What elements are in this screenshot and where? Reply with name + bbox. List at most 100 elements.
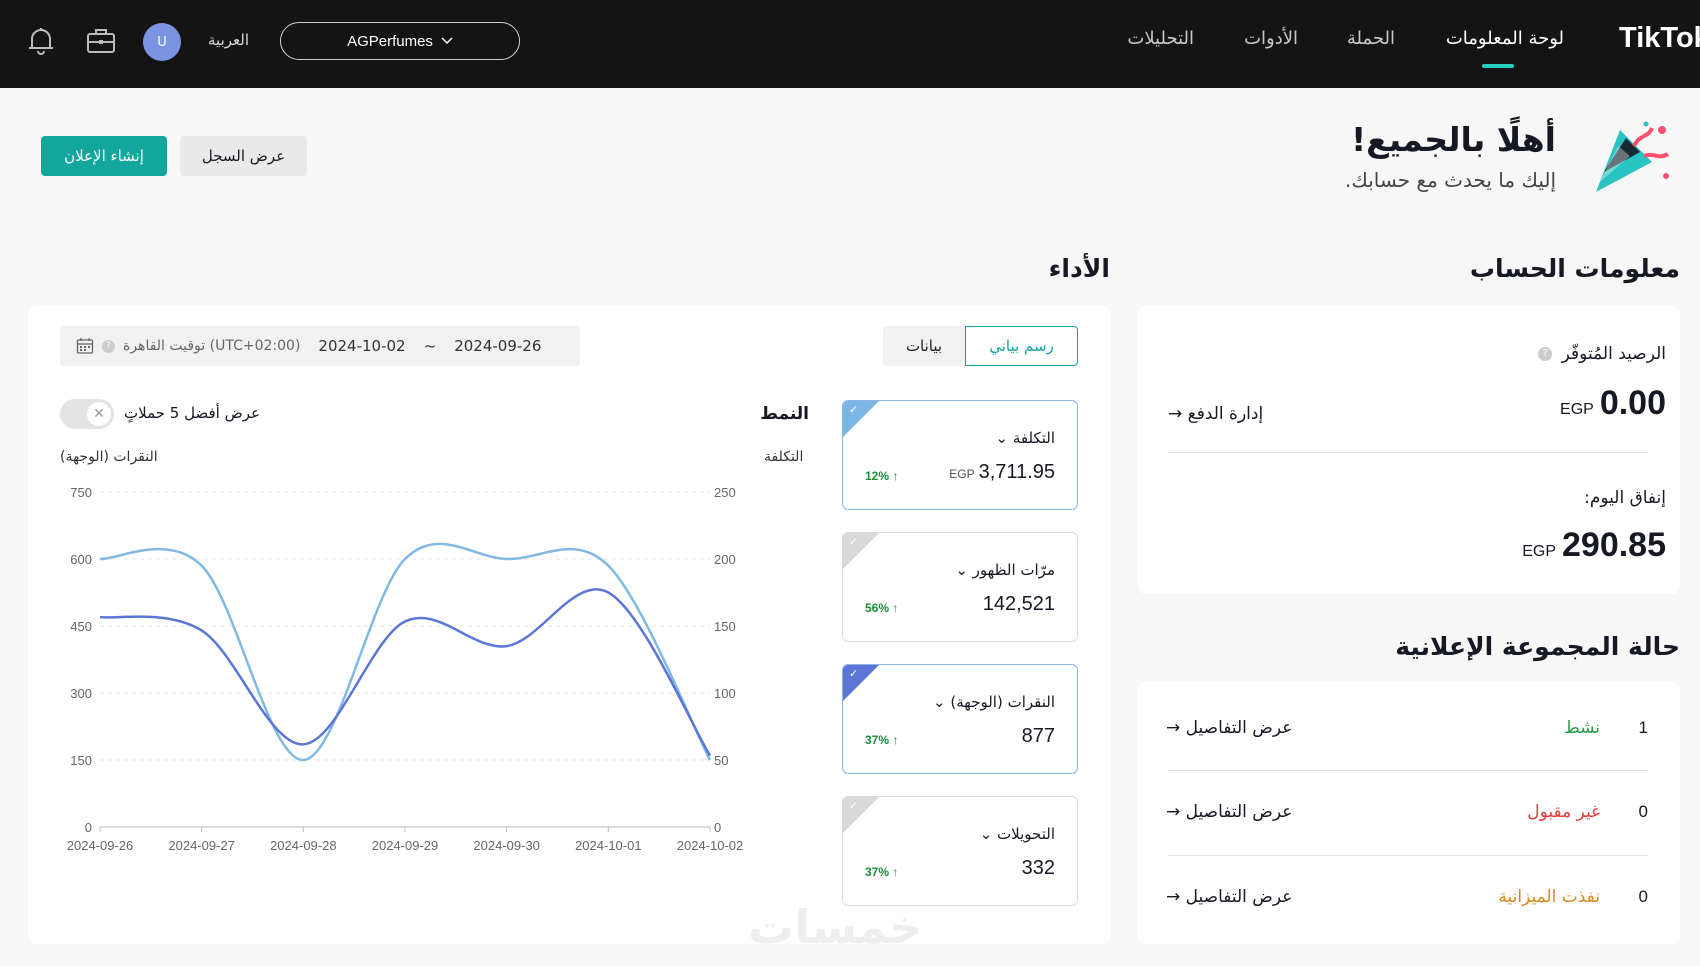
right-tick-label: 200 [714,552,736,567]
tiktok-logo[interactable]: TikTok [1619,22,1700,55]
status-row-active: 1 نشط عرض التفاصيل → [1166,700,1648,760]
metric-value: 877 [1021,725,1055,747]
tab-data[interactable]: بيانات [883,326,965,366]
series-line-1 [99,588,712,757]
nav-dashboard[interactable]: لوحة المعلومات [1446,28,1564,49]
account-info-title: معلومات الحساب [1469,254,1680,283]
language-selector[interactable]: العربية [208,31,249,49]
right-tick-label: 150 [714,619,736,634]
divider [1168,770,1648,771]
performance-line-chart: 0 150 300 450 600 750 0 50 100 150 200 250 2024-09-2… [67,485,744,853]
nav-tools[interactable]: الأدوات [1244,28,1298,49]
chevron-down-icon [441,37,453,45]
chevron-down-icon[interactable]: ⌄ [933,693,946,711]
performance-title: الأداء [1048,254,1110,283]
top5-label: عرض أفضل 5 حملاتٍ [124,404,260,422]
calendar-icon [76,338,94,354]
status-name: نشط [1563,718,1600,738]
left-tick-label: 150 [70,753,92,768]
check-icon: ✓ [849,667,859,680]
left-tick-label: 450 [70,619,92,634]
status-name: غير مقبول [1527,802,1600,822]
right-tick-label: 0 [714,820,721,835]
status-count: 0 [1638,887,1648,906]
arrow-up-icon: ↑ [892,733,899,747]
left-axis-title: النقرات (الوجهة) [60,449,158,465]
x-tick-label: 2024-09-27 [168,838,235,853]
metric-value: 332 [1021,857,1055,879]
timezone-label: (UTC+02:00) توقيت القاهرة [123,338,301,354]
metric-change: 12% ↑ [865,469,899,483]
metric-card-conversions[interactable]: ✓ التحويلات ⌄ 332 37% ↑ [842,796,1078,906]
view-history-button[interactable]: عرض السجل [180,136,307,176]
divider [1168,855,1648,856]
x-tick-label: 2024-09-28 [270,838,337,853]
welcome-title: أهلًا بالجميع! [1351,120,1556,159]
view-details-link[interactable]: عرض التفاصيل → [1166,887,1292,907]
series-line-0 [99,542,712,762]
metric-card-clicks[interactable]: ✓ النقرات (الوجهة) ⌄ 877 37% ↑ [842,664,1078,774]
close-icon: ✕ [87,402,111,426]
status-name: نفذت الميزانية [1498,887,1600,907]
metric-label: التحويلات ⌄ [979,825,1055,843]
left-tick-label: 600 [70,552,92,567]
metric-label: التكلفة ⌄ [995,429,1055,447]
account-selector[interactable]: AGPerfumes [280,22,520,60]
metric-label: النقرات (الوجهة) ⌄ [933,693,1055,711]
metric-change: 37% ↑ [865,733,899,747]
right-tick-label: 250 [714,485,736,500]
x-tick-label: 2024-09-26 [67,838,134,853]
account-name: AGPerfumes [347,32,433,50]
metric-value: 142,521 [982,593,1055,615]
nav-analytics[interactable]: التحليلات [1127,28,1194,49]
view-details-link[interactable]: عرض التفاصيل → [1166,802,1292,822]
balance-value: EGP 0.00 [1560,384,1666,422]
arrow-right-icon: → [1166,718,1181,738]
metric-change: 56% ↑ [865,601,899,615]
divider [1168,452,1648,453]
top-navigation-bar: TikTok لوحة المعلومات الحملة الأدوات الت… [0,0,1700,88]
check-icon: ✓ [849,535,859,548]
x-tick-label: 2024-10-02 [677,838,744,853]
avatar[interactable]: U [143,23,181,61]
view-details-link[interactable]: عرض التفاصيل → [1166,718,1292,738]
nav-campaign[interactable]: الحملة [1347,28,1395,49]
bell-icon[interactable] [24,24,58,58]
mode-label: النمط [760,404,809,424]
nav-active-indicator [1482,64,1514,68]
tab-chart[interactable]: رسم بياني [965,326,1078,366]
date-separator: ~ [423,337,437,355]
welcome-subtitle: إليك ما يحدث مع حسابك. [1344,168,1556,192]
arrow-right-icon: → [1166,802,1181,822]
arrow-right-icon: → [1166,887,1181,907]
manage-payment-link[interactable]: إدارة الدفع → [1168,404,1263,424]
left-tick-label: 300 [70,686,92,701]
status-row-budget-exhausted: 0 نفذت الميزانية عرض التفاصيل → [1166,869,1648,929]
chevron-down-icon[interactable]: ⌄ [995,429,1008,447]
help-icon[interactable]: ? [102,339,115,353]
adgroup-status-title: حالة المجموعة الإعلانية [1395,632,1680,661]
metric-card-cost[interactable]: ✓ التكلفة ⌄ EGP 3,711.95 12% ↑ [842,400,1078,510]
left-tick-label: 750 [70,485,92,500]
check-icon: ✓ [849,403,859,416]
x-tick-label: 2024-09-29 [372,838,439,853]
arrow-right-icon: → [1168,404,1183,424]
metric-change: 37% ↑ [865,865,899,879]
chevron-down-icon[interactable]: ⌄ [980,825,993,843]
right-axis-title: التكلفة [764,449,804,465]
create-ad-button[interactable]: إنشاء الإعلان [41,136,167,176]
chevron-down-icon[interactable]: ⌄ [955,561,968,579]
today-spend-value: EGP 290.85 [1522,526,1666,564]
date-end: 2024-10-02 [318,337,406,355]
top5-toggle[interactable]: ✕ [60,399,114,429]
right-tick-label: 100 [714,686,736,701]
x-tick-label: 2024-09-30 [473,838,540,853]
metric-value: EGP 3,711.95 [949,461,1055,483]
metric-label: مرّات الظهور ⌄ [955,561,1055,579]
briefcase-icon[interactable] [84,24,118,58]
date-range-picker[interactable]: ? (UTC+02:00) توقيت القاهرة 2024-10-02 ~… [60,326,580,366]
help-icon[interactable]: ? [1538,347,1553,361]
right-tick-label: 50 [714,753,728,768]
metric-card-impressions[interactable]: ✓ مرّات الظهور ⌄ 142,521 56% ↑ [842,532,1078,642]
party-popper-icon [1596,121,1670,192]
